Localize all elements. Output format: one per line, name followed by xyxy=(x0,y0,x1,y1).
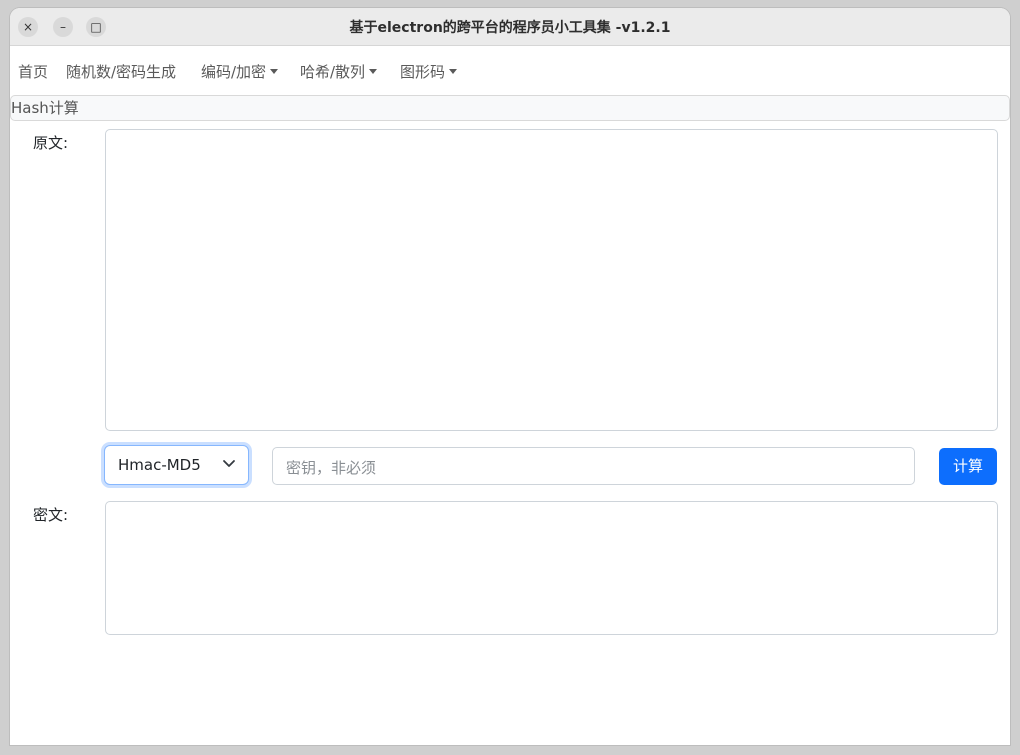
navbar: 首页 随机数/密码生成 编码/加密 哈希/散列 图形码 xyxy=(10,46,1010,94)
plaintext-label: 原文: xyxy=(33,134,69,152)
nav-item-encoding[interactable]: 编码/加密 xyxy=(201,61,279,82)
nav-item-label: 首页 xyxy=(18,63,49,81)
algorithm-selected-value: Hmac-MD5 xyxy=(118,456,201,474)
breadcrumb-label: Hash计算 xyxy=(11,99,79,117)
caret-down-icon xyxy=(369,69,378,74)
compute-button[interactable]: 计算 xyxy=(939,448,997,485)
nav-item-graphic-code[interactable]: 图形码 xyxy=(400,61,458,82)
nav-item-home[interactable]: 首页 xyxy=(18,61,48,82)
app-window: × – □ 基于electron的跨平台的程序员小工具集 -v1.2.1 首页 … xyxy=(10,8,1010,745)
ciphertext-label: 密文: xyxy=(33,506,69,524)
compute-button-label: 计算 xyxy=(952,457,983,475)
nav-item-hash[interactable]: 哈希/散列 xyxy=(300,61,378,82)
nav-item-random-password[interactable]: 随机数/密码生成 xyxy=(66,61,176,82)
nav-item-label: 图形码 xyxy=(400,63,446,81)
algorithm-select[interactable]: Hmac-MD5 xyxy=(104,445,249,485)
key-input[interactable]: 密钥，非必须 xyxy=(272,447,915,485)
ciphertext-textarea[interactable] xyxy=(105,501,998,635)
breadcrumb: Hash计算 xyxy=(10,95,1010,121)
caret-down-icon xyxy=(270,69,279,74)
window-title: 基于electron的跨平台的程序员小工具集 -v1.2.1 xyxy=(349,20,671,36)
nav-item-label: 随机数/密码生成 xyxy=(66,63,177,81)
nav-item-label: 编码/加密 xyxy=(201,63,267,81)
title-bar: × – □ 基于electron的跨平台的程序员小工具集 -v1.2.1 xyxy=(10,8,1010,46)
caret-down-icon xyxy=(449,69,458,74)
plaintext-textarea[interactable] xyxy=(105,129,998,431)
chevron-down-icon xyxy=(223,460,235,467)
nav-item-label: 哈希/散列 xyxy=(300,63,366,81)
key-placeholder: 密钥，非必须 xyxy=(286,459,377,477)
